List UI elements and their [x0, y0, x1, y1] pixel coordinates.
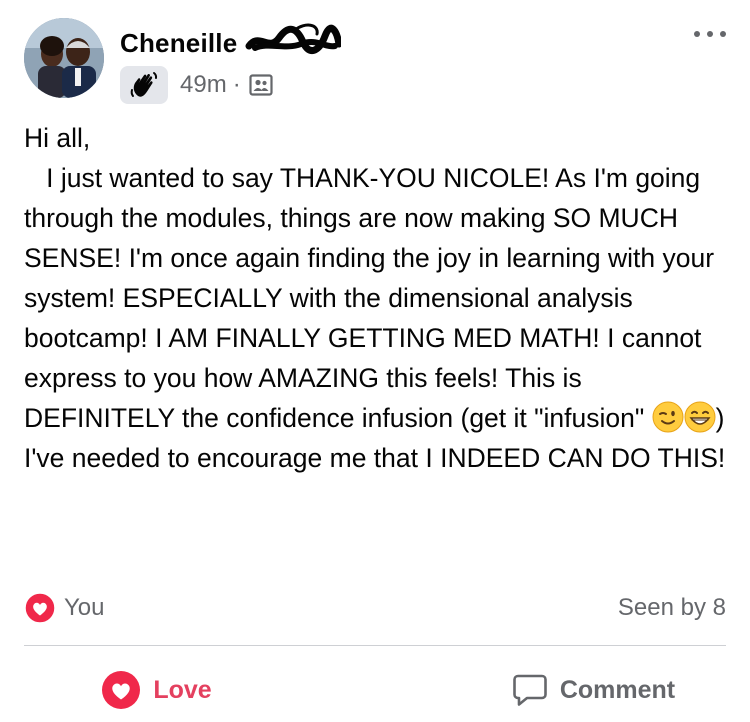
divider — [24, 645, 726, 646]
group-members-icon — [249, 74, 273, 96]
avatar-photo — [24, 18, 104, 98]
love-button[interactable]: Love — [0, 662, 371, 718]
reactions-link[interactable]: You — [24, 592, 105, 624]
post-text-main: Hi all, I just wanted to say THANK-YOU N… — [24, 123, 715, 433]
author-name[interactable]: Cheneille — [120, 28, 237, 59]
comment-icon — [513, 674, 547, 706]
action-bar: Love Comment — [0, 662, 750, 718]
more-dot — [694, 31, 700, 37]
reactor-name: You — [64, 594, 105, 621]
meta-separator: · — [232, 71, 241, 98]
author-row: Cheneille — [120, 23, 342, 59]
waving-hand-icon — [130, 72, 158, 97]
group-post: Cheneille 49m · Hi all, I just wanted to… — [0, 0, 750, 722]
love-label: Love — [153, 675, 212, 704]
member-badge[interactable] — [120, 66, 168, 104]
redaction-scribble — [245, 23, 342, 54]
post-timestamp[interactable]: 49m — [180, 71, 227, 99]
comment-button[interactable]: Comment — [371, 662, 750, 718]
more-dot — [720, 31, 726, 37]
more-dot — [707, 31, 713, 37]
reactions-summary: You Seen by 8 — [24, 590, 726, 626]
heart-icon — [102, 671, 141, 709]
author-avatar[interactable] — [24, 18, 104, 98]
winking-face-emoji — [652, 401, 684, 433]
grinning-face-emoji — [684, 401, 716, 433]
comment-label: Comment — [559, 675, 676, 704]
post-text: Hi all, I just wanted to say THANK-YOU N… — [24, 118, 730, 478]
more-options-icon[interactable] — [694, 26, 726, 42]
heart-reaction-icon — [24, 592, 56, 624]
seen-by-count[interactable]: Seen by 8 — [618, 594, 726, 622]
post-meta: 49m · — [120, 66, 273, 104]
